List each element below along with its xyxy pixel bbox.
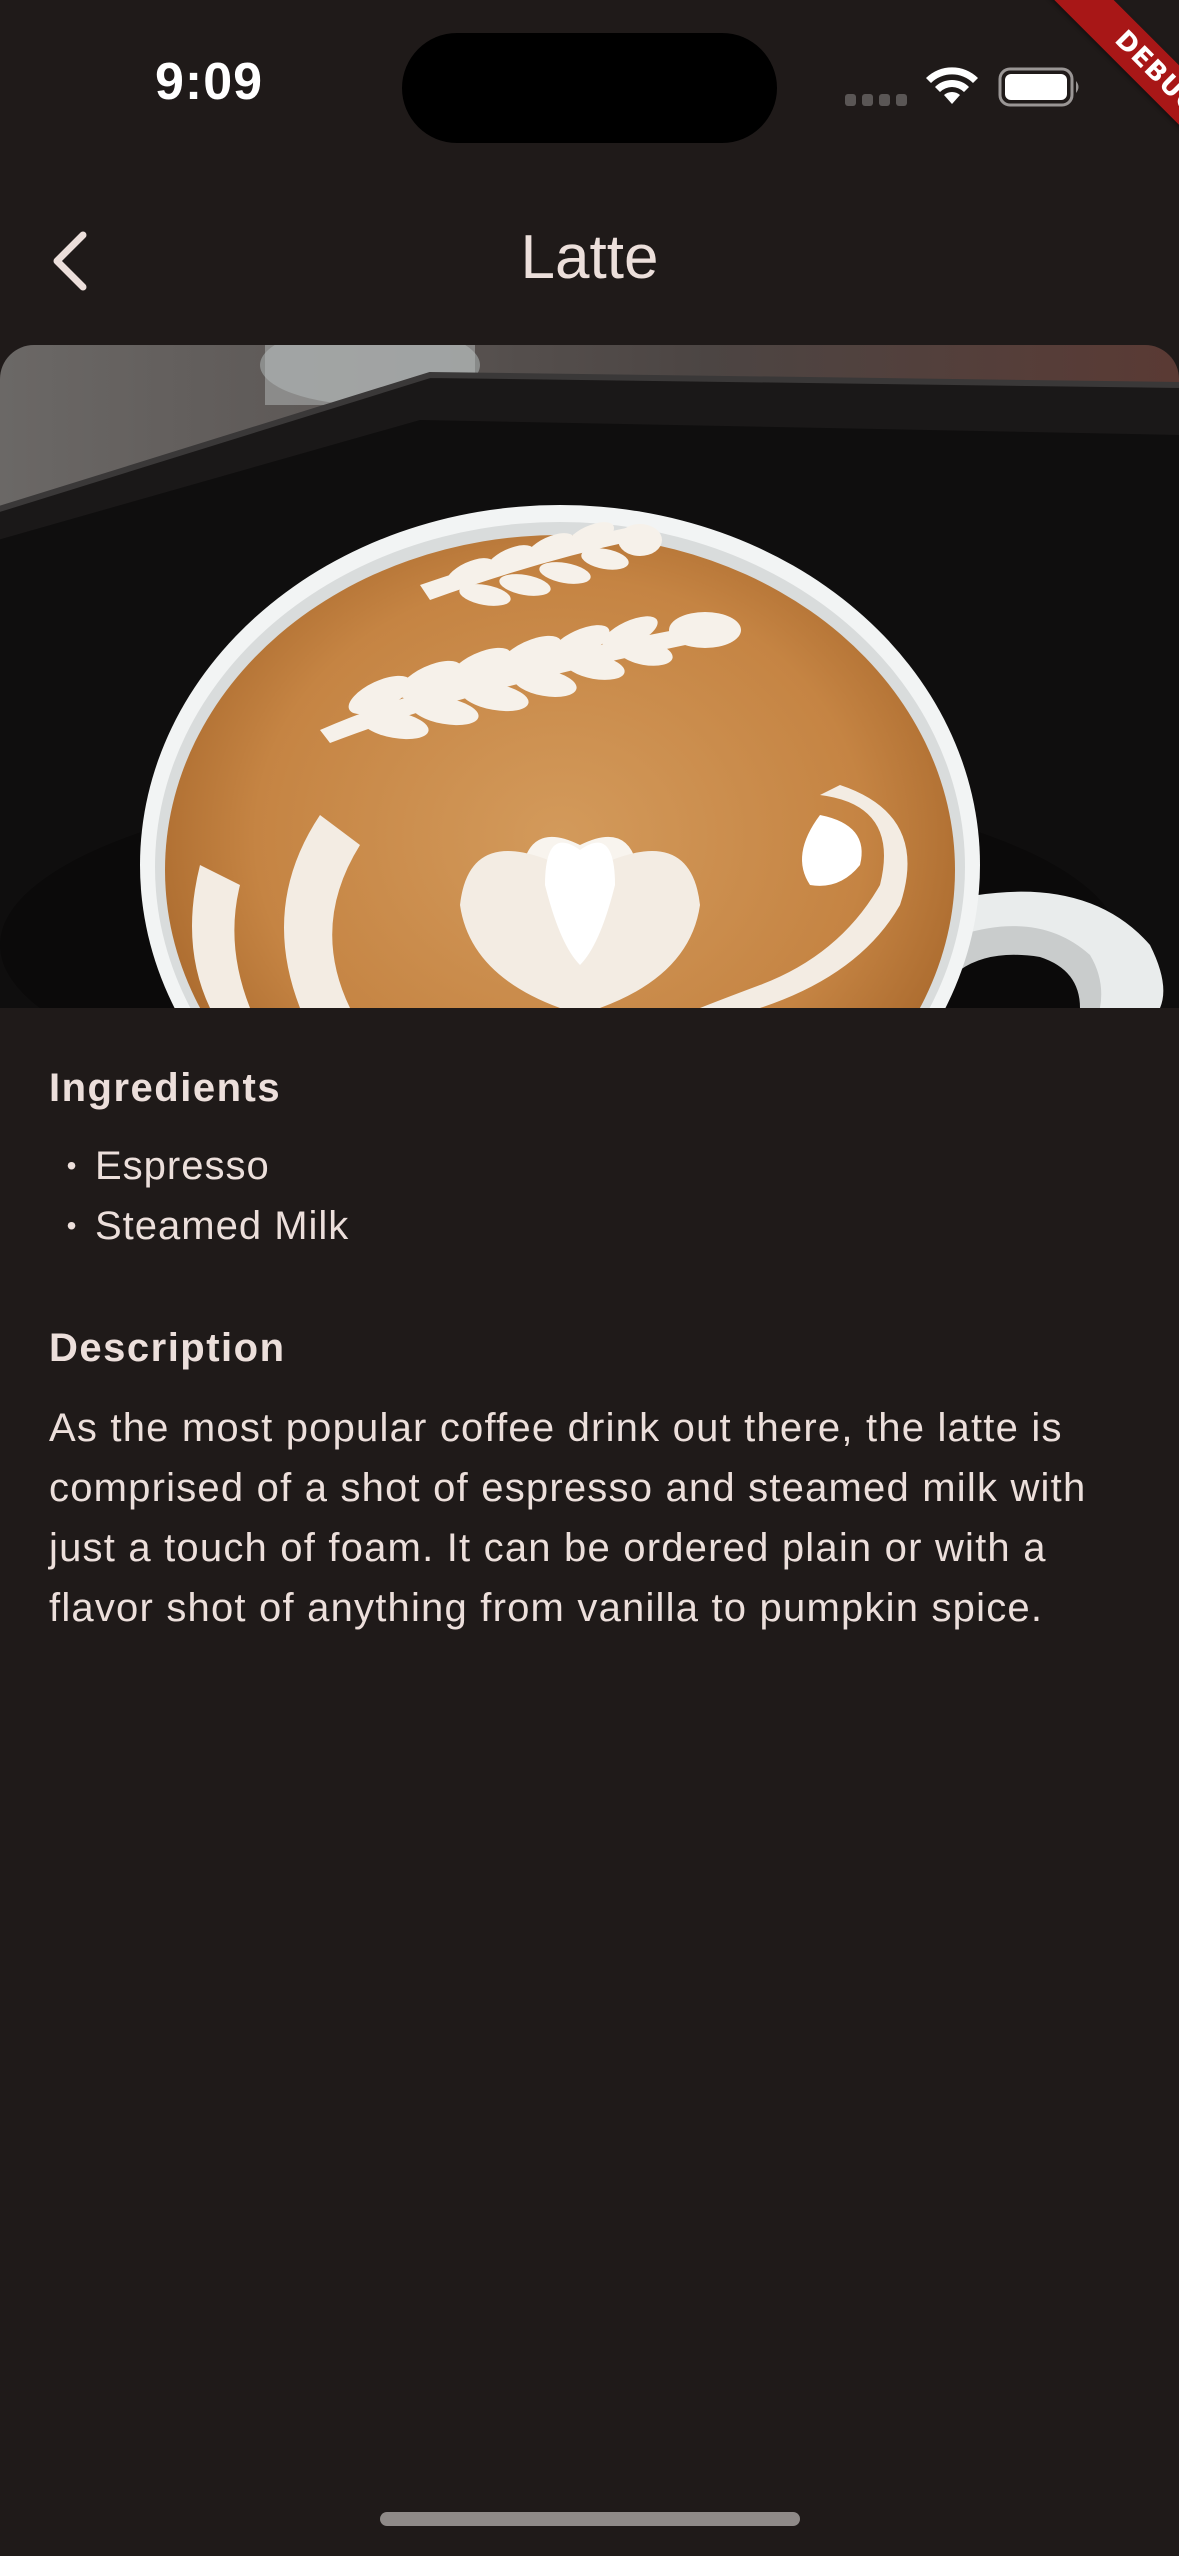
cellular-signal-icon bbox=[845, 94, 907, 106]
ingredient-label: Espresso bbox=[95, 1144, 270, 1188]
latte-art-image bbox=[0, 345, 1179, 1008]
list-item: • Espresso bbox=[49, 1136, 1139, 1196]
status-time: 9:09 bbox=[155, 53, 264, 111]
description-heading: Description bbox=[49, 1326, 286, 1370]
home-indicator[interactable] bbox=[380, 2512, 800, 2526]
battery-icon bbox=[998, 67, 1079, 107]
status-bar: 9:09 bbox=[0, 0, 1179, 170]
content-section: Ingredients • Espresso • Steamed Milk De… bbox=[49, 1058, 1139, 1638]
ingredient-list: • Espresso • Steamed Milk bbox=[49, 1136, 1139, 1256]
list-item: • Steamed Milk bbox=[49, 1196, 1139, 1256]
dynamic-island bbox=[402, 33, 777, 143]
bullet: • bbox=[66, 1210, 78, 1241]
bullet: • bbox=[66, 1150, 78, 1181]
app-bar: Latte bbox=[0, 180, 1179, 340]
page-title: Latte bbox=[520, 223, 659, 292]
description-text: As the most popular coffee drink out the… bbox=[49, 1406, 1087, 1630]
wifi-icon bbox=[926, 67, 978, 104]
ingredients-heading: Ingredients bbox=[49, 1066, 282, 1110]
ingredient-label: Steamed Milk bbox=[95, 1204, 350, 1248]
